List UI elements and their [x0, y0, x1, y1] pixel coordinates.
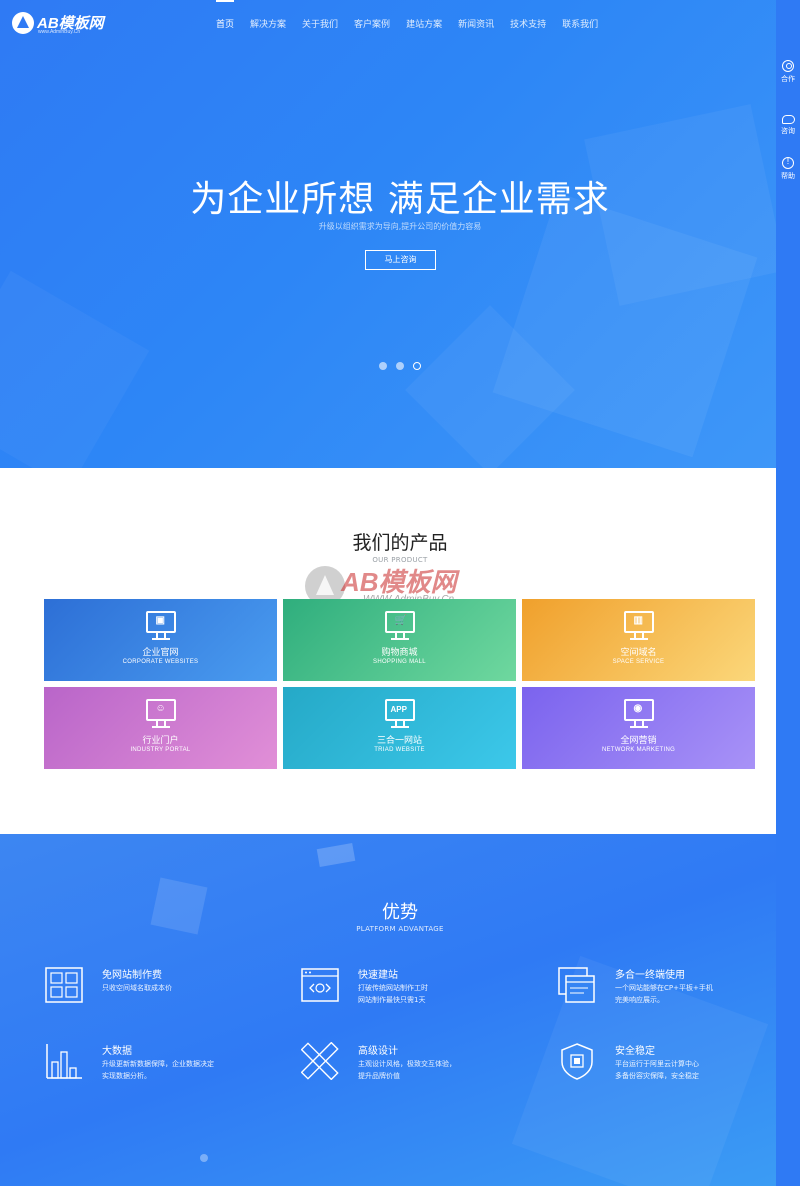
nav-item-home[interactable]: 首页	[208, 0, 242, 48]
logo-url: www.AdminBuy.Cn	[38, 29, 81, 35]
decor-shape	[316, 843, 356, 867]
feature-title: 多合一终端使用	[615, 970, 685, 981]
bar-chart-icon	[46, 1044, 82, 1079]
watermark-text: AB模板网	[341, 567, 457, 597]
card-title: 三合一网站	[376, 736, 422, 746]
advantages-section: 优势 PLATFORM ADVANTAGE 免网站制作费 只收空间域名取成本价 …	[0, 834, 776, 1186]
card-title: 行业门户	[142, 736, 179, 746]
main-nav: 首页 解决方案 关于我们 客户案例 建站方案 新闻资讯 技术支持 联系我们	[208, 0, 606, 48]
nav-item-solutions[interactable]: 解决方案	[242, 0, 294, 48]
grid-window-icon	[45, 967, 83, 1003]
feature-title: 快速建站	[358, 970, 398, 981]
chart-monitor-icon: ▥	[622, 611, 656, 641]
card-corporate[interactable]: ▣ 企业官网 CORPORATE WEBSITES	[44, 599, 277, 681]
card-space[interactable]: ▥ 空间域名 SPACE SERVICE	[522, 599, 755, 681]
browser-code-icon	[301, 968, 339, 1002]
logo-icon	[12, 12, 34, 34]
feature-title: 高级设计	[358, 1046, 398, 1057]
slider-dot-2[interactable]	[396, 362, 404, 370]
section-subtitle: OUR PRODUCT	[372, 556, 428, 564]
card-subtitle: CORPORATE WEBSITES	[122, 659, 199, 665]
sidebar-item-label: 合作	[781, 75, 795, 83]
nav-item-news[interactable]: 新闻资讯	[450, 0, 502, 48]
feature-title: 安全稳定	[615, 1046, 655, 1057]
cart-monitor-icon: 🛒	[383, 611, 417, 641]
globe-monitor-icon: ◉	[622, 699, 656, 729]
feature-title: 免网站制作费	[102, 970, 162, 981]
shield-chip-icon	[561, 1043, 593, 1080]
nav-item-plans[interactable]: 建站方案	[398, 0, 450, 48]
card-subtitle: TRIAD WEBSITE	[374, 747, 425, 753]
group-monitor-icon: ☺	[144, 699, 178, 729]
card-title: 购物商城	[381, 648, 418, 658]
card-title: 企业官网	[142, 648, 179, 658]
site-logo[interactable]: AB模板网 www.AdminBuy.Cn	[12, 12, 104, 35]
card-triad[interactable]: APP 三合一网站 TRIAD WEBSITE	[283, 687, 516, 769]
decor-dot	[200, 1154, 208, 1162]
feature-title: 大数据	[102, 1046, 132, 1057]
app-monitor-icon: APP	[383, 699, 417, 729]
card-subtitle: NETWORK MARKETING	[601, 747, 676, 753]
nav-item-support[interactable]: 技术支持	[502, 0, 554, 48]
slider-dots	[379, 362, 421, 370]
section-title: 优势	[382, 902, 418, 923]
help-icon	[782, 157, 794, 169]
card-title: 全网营销	[620, 736, 657, 746]
pencil-ruler-icon	[301, 1042, 339, 1080]
hero-title: 为企业所想 满足企业需求	[190, 179, 610, 220]
feature-desc: 主观设计风格，极致交互体验， 提升品牌价值	[358, 1060, 456, 1080]
card-marketing[interactable]: ◉ 全网营销 NETWORK MARKETING	[522, 687, 755, 769]
section-title: 我们的产品	[352, 532, 448, 554]
hero-subtitle: 升级以组织需求为导向,提升公司的价值力容易	[318, 222, 482, 231]
sidebar-item-label: 咨询	[781, 127, 795, 135]
image-monitor-icon: ▣	[144, 611, 178, 641]
nav-item-about[interactable]: 关于我们	[294, 0, 346, 48]
products-section: 我们的产品 OUR PRODUCT AB模板网 WWW.AdminBuy.Cn …	[0, 468, 776, 834]
sidebar-item-help[interactable]: 帮助	[776, 157, 800, 181]
card-subtitle: SPACE SERVICE	[612, 659, 665, 665]
card-subtitle: INDUSTRY PORTAL	[130, 747, 191, 753]
sidebar-item-cooperate[interactable]: 合作	[776, 60, 800, 84]
user-icon	[782, 60, 794, 72]
right-sidebar: 合作 咨询 帮助	[776, 0, 800, 1186]
section-subtitle: PLATFORM ADVANTAGE	[356, 925, 444, 933]
nav-item-contact[interactable]: 联系我们	[554, 0, 606, 48]
feature-desc: 只收空间域名取成本价	[102, 984, 172, 992]
card-shopping[interactable]: 🛒 购物商城 SHOPPING MALL	[283, 599, 516, 681]
consult-button[interactable]: 马上咨询	[365, 250, 436, 270]
feature-desc: 打破传统网站制作工时 网站制作最快只需1天	[358, 984, 428, 1004]
card-subtitle: SHOPPING MALL	[373, 659, 426, 665]
chat-icon	[781, 115, 795, 124]
feature-desc: 平台运行于阿里云计算中心 多备份容灾保障，安全稳定	[615, 1060, 699, 1080]
slider-dot-1[interactable]	[379, 362, 387, 370]
multi-window-icon	[558, 967, 595, 1003]
nav-item-cases[interactable]: 客户案例	[346, 0, 398, 48]
slider-dot-3[interactable]	[413, 362, 421, 370]
card-portal[interactable]: ☺ 行业门户 INDUSTRY PORTAL	[44, 687, 277, 769]
sidebar-item-label: 帮助	[781, 172, 795, 180]
feature-desc: 升级更新新数据保障，企业数据决定 实现数据分析。	[102, 1060, 214, 1080]
card-title: 空间域名	[620, 648, 657, 658]
feature-desc: 一个网站能够在CP+平板+手机 完美响应展示。	[615, 984, 713, 1004]
sidebar-item-consult[interactable]: 咨询	[776, 115, 800, 136]
hero-banner: AB模板网 www.AdminBuy.Cn 首页 解决方案 关于我们 客户案例 …	[0, 0, 776, 468]
decor-shape	[0, 270, 150, 468]
